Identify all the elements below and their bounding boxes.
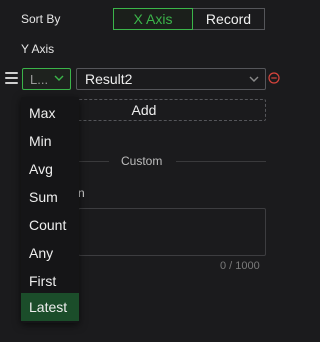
aggregation-select[interactable]: L... bbox=[22, 68, 71, 90]
description-label: n bbox=[78, 186, 85, 200]
description-textarea[interactable] bbox=[78, 208, 266, 256]
menu-item-first[interactable]: First bbox=[21, 267, 79, 295]
menu-item-min[interactable]: Min bbox=[21, 127, 79, 155]
sort-by-x-axis-option[interactable]: X Axis bbox=[113, 8, 193, 30]
custom-section-title: Custom bbox=[121, 154, 163, 168]
field-select-value: Result2 bbox=[85, 71, 133, 87]
chevron-down-icon bbox=[249, 76, 259, 82]
char-counter: 0 / 1000 bbox=[220, 260, 260, 272]
field-select[interactable]: Result2 bbox=[76, 68, 266, 90]
aggregation-select-value: L... bbox=[30, 71, 49, 87]
y-axis-label: Y Axis bbox=[21, 42, 55, 56]
sort-by-record-option[interactable]: Record bbox=[193, 8, 265, 30]
divider-right bbox=[176, 161, 266, 162]
chevron-down-icon bbox=[54, 75, 64, 81]
menu-item-any[interactable]: Any bbox=[21, 239, 79, 267]
menu-item-sum[interactable]: Sum bbox=[21, 183, 79, 211]
remove-circle-icon[interactable] bbox=[268, 72, 280, 84]
menu-item-count[interactable]: Count bbox=[21, 211, 79, 239]
divider-left bbox=[79, 161, 109, 162]
aggregation-menu: Max Min Avg Sum Count Any First Latest bbox=[21, 97, 79, 323]
menu-item-latest[interactable]: Latest bbox=[21, 293, 79, 321]
menu-item-max[interactable]: Max bbox=[21, 99, 79, 127]
drag-handle-icon[interactable] bbox=[5, 72, 18, 84]
menu-item-avg[interactable]: Avg bbox=[21, 155, 79, 183]
sort-by-label: Sort By bbox=[21, 12, 61, 26]
